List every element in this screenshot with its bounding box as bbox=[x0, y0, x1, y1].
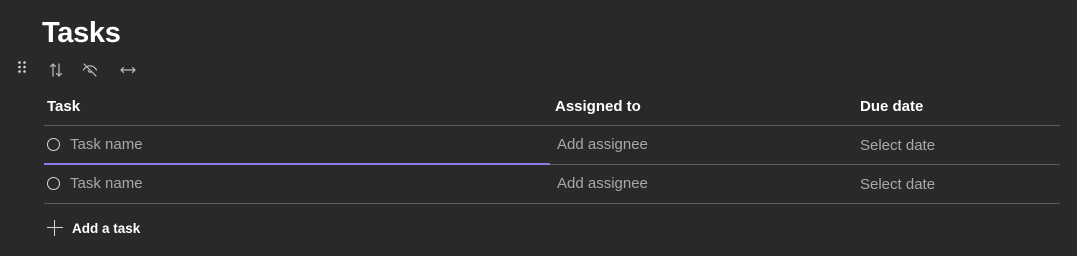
expand-width-icon[interactable] bbox=[116, 58, 140, 82]
sort-icon[interactable] bbox=[44, 58, 68, 82]
table-row: Task name Add assignee Select date bbox=[44, 165, 1060, 204]
table-row: Task name Add assignee Select date bbox=[44, 126, 1060, 165]
assignee-field[interactable]: Add assignee bbox=[557, 175, 648, 192]
task-name-field[interactable]: Task name bbox=[44, 165, 550, 203]
column-header-task[interactable]: Task bbox=[47, 98, 80, 115]
plus-icon bbox=[47, 220, 63, 236]
table-header: Task Assigned to Due date bbox=[44, 86, 1060, 126]
complete-task-circle-icon[interactable] bbox=[47, 177, 60, 190]
add-task-label: Add a task bbox=[72, 220, 141, 236]
due-date-field[interactable]: Select date bbox=[860, 176, 935, 193]
column-header-due-date[interactable]: Due date bbox=[860, 98, 923, 115]
page-title: Tasks bbox=[42, 17, 121, 49]
add-task-button[interactable]: Add a task bbox=[47, 218, 140, 238]
column-header-assigned-to[interactable]: Assigned to bbox=[555, 98, 641, 115]
hide-icon[interactable] bbox=[78, 58, 102, 82]
drag-handle-icon[interactable] bbox=[17, 60, 27, 74]
due-date-field[interactable]: Select date bbox=[860, 137, 935, 154]
task-table: Task Assigned to Due date Task name Add … bbox=[44, 86, 1060, 204]
assignee-field[interactable]: Add assignee bbox=[557, 136, 648, 153]
complete-task-circle-icon[interactable] bbox=[47, 138, 60, 151]
task-name-field[interactable]: Task name bbox=[44, 126, 550, 165]
task-name-placeholder: Task name bbox=[70, 175, 143, 192]
task-name-placeholder: Task name bbox=[70, 136, 143, 153]
